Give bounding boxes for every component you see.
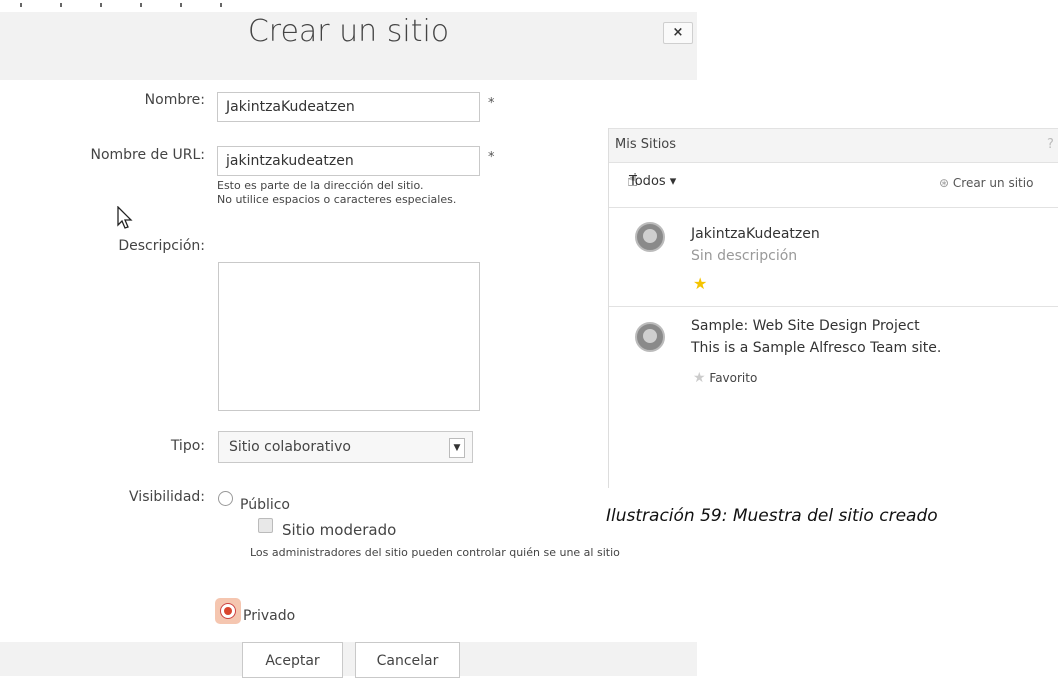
type-label: Tipo: [170, 438, 205, 454]
strip-mark [100, 3, 102, 7]
dashlet-toolbar: Todos ▾ ☝ ⊛ Crear un sitio [609, 162, 1058, 208]
name-input[interactable]: JakintzaKudeatzen [217, 92, 480, 122]
close-button[interactable]: × [663, 22, 693, 44]
strip-mark [180, 3, 182, 7]
globe-icon: ⊛ [939, 176, 950, 190]
moderated-checkbox-label: Sitio moderado [282, 521, 397, 539]
dialog-footer [0, 642, 697, 676]
private-radio-label: Privado [243, 608, 296, 624]
public-radio-label: Público [240, 497, 290, 513]
url-hint-1: Esto es parte de la dirección del sitio. [217, 179, 424, 192]
required-mark: * [488, 150, 495, 165]
strip-mark [220, 3, 222, 7]
hand-pointer-icon: ☝ [627, 170, 638, 191]
moderated-hint: Los administradores del sitio pueden con… [250, 546, 620, 559]
create-site-link[interactable]: ⊛ Crear un sitio [939, 176, 1033, 190]
site-name-link[interactable]: Sample: Web Site Design Project [691, 318, 920, 334]
strip-mark [60, 3, 62, 7]
site-description: Sin descripción [691, 248, 798, 264]
dropdown-arrow-icon[interactable]: ▼ [449, 438, 465, 458]
figure-caption: Ilustración 59: Muestra del sitio creado [606, 506, 938, 526]
visibility-label: Visibilidad: [129, 489, 205, 505]
description-label: Descripción: [118, 238, 205, 254]
private-radio[interactable] [215, 598, 241, 624]
star-outline-icon: ★ [693, 370, 706, 386]
top-strip [0, 0, 697, 12]
name-label: Nombre: [144, 92, 205, 108]
site-name-link[interactable]: JakintzaKudeatzen [691, 226, 820, 242]
url-hint-2: No utilice espacios o caracteres especia… [217, 193, 457, 206]
strip-mark [20, 3, 22, 7]
my-sites-dashlet: Mis Sitios ? Todos ▾ ☝ ⊛ Crear un sitio … [608, 128, 1058, 488]
dialog-title: Crear un sitio [247, 14, 450, 49]
list-item: JakintzaKudeatzen Sin descripción ★ [609, 208, 1058, 306]
required-mark: * [488, 96, 495, 111]
dashlet-header: Mis Sitios ? [609, 128, 1058, 163]
public-radio[interactable] [218, 491, 233, 506]
site-globe-icon [635, 222, 665, 252]
moderated-checkbox[interactable] [258, 518, 273, 533]
url-input[interactable]: jakintzakudeatzen [217, 146, 480, 176]
private-radio-circle[interactable] [220, 603, 236, 619]
type-select-value: Sitio colaborativo [229, 439, 351, 455]
site-globe-icon [635, 322, 665, 352]
favorite-label: Favorito [709, 371, 758, 385]
favorite-star-icon[interactable]: ★ [693, 274, 707, 293]
help-icon[interactable]: ? [1047, 137, 1054, 152]
accept-button[interactable]: Aceptar [242, 642, 343, 678]
dashlet-title: Mis Sitios [615, 137, 677, 152]
list-item: Sample: Web Site Design Project This is … [609, 308, 1058, 408]
site-description: This is a Sample Alfresco Team site. [691, 340, 942, 356]
radio-selected-dot [224, 607, 232, 615]
cancel-button[interactable]: Cancelar [355, 642, 460, 678]
strip-mark [140, 3, 142, 7]
mouse-pointer-icon [117, 206, 133, 229]
description-textarea[interactable] [218, 262, 480, 411]
favorite-toggle[interactable]: ★ Favorito [693, 370, 757, 386]
divider [609, 306, 1058, 307]
create-site-link-label: Crear un sitio [952, 176, 1034, 190]
url-label: Nombre de URL: [90, 147, 205, 163]
create-site-dialog: Crear un sitio × Nombre: JakintzaKudeatz… [0, 0, 697, 678]
type-select[interactable]: Sitio colaborativo ▼ [218, 431, 473, 463]
